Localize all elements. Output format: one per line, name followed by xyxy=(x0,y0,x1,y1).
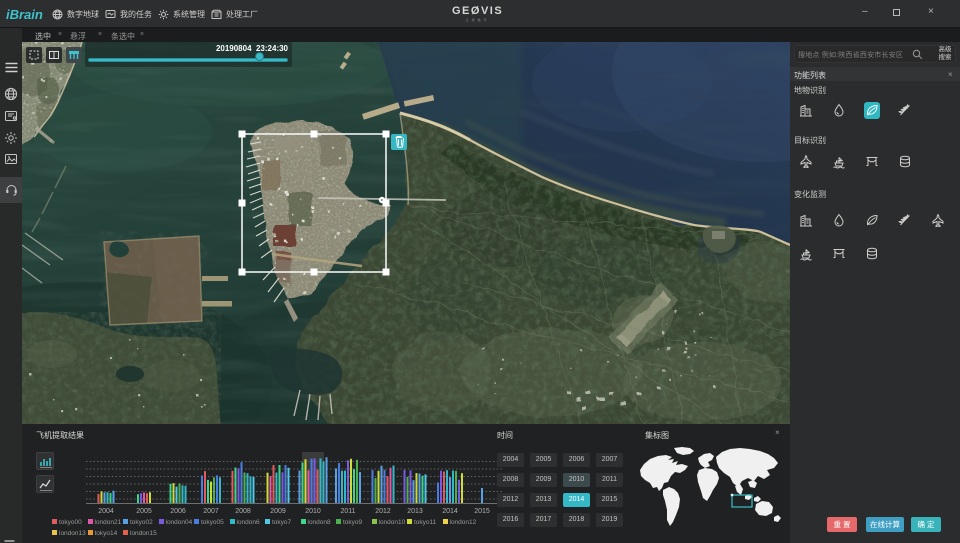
svg-text:2006: 2006 xyxy=(170,508,186,515)
svg-text:2015: 2015 xyxy=(474,508,490,515)
svg-text:2010: 2010 xyxy=(305,508,321,515)
svg-text:2008: 2008 xyxy=(235,508,251,515)
svg-text:2013: 2013 xyxy=(407,508,423,515)
svg-text:2004: 2004 xyxy=(98,508,114,515)
svg-text:2009: 2009 xyxy=(270,508,286,515)
svg-text:2005: 2005 xyxy=(136,508,152,515)
svg-text:2007: 2007 xyxy=(203,508,219,515)
svg-text:2014: 2014 xyxy=(442,508,458,515)
svg-text:2012: 2012 xyxy=(375,508,391,515)
svg-text:2011: 2011 xyxy=(340,508,355,515)
